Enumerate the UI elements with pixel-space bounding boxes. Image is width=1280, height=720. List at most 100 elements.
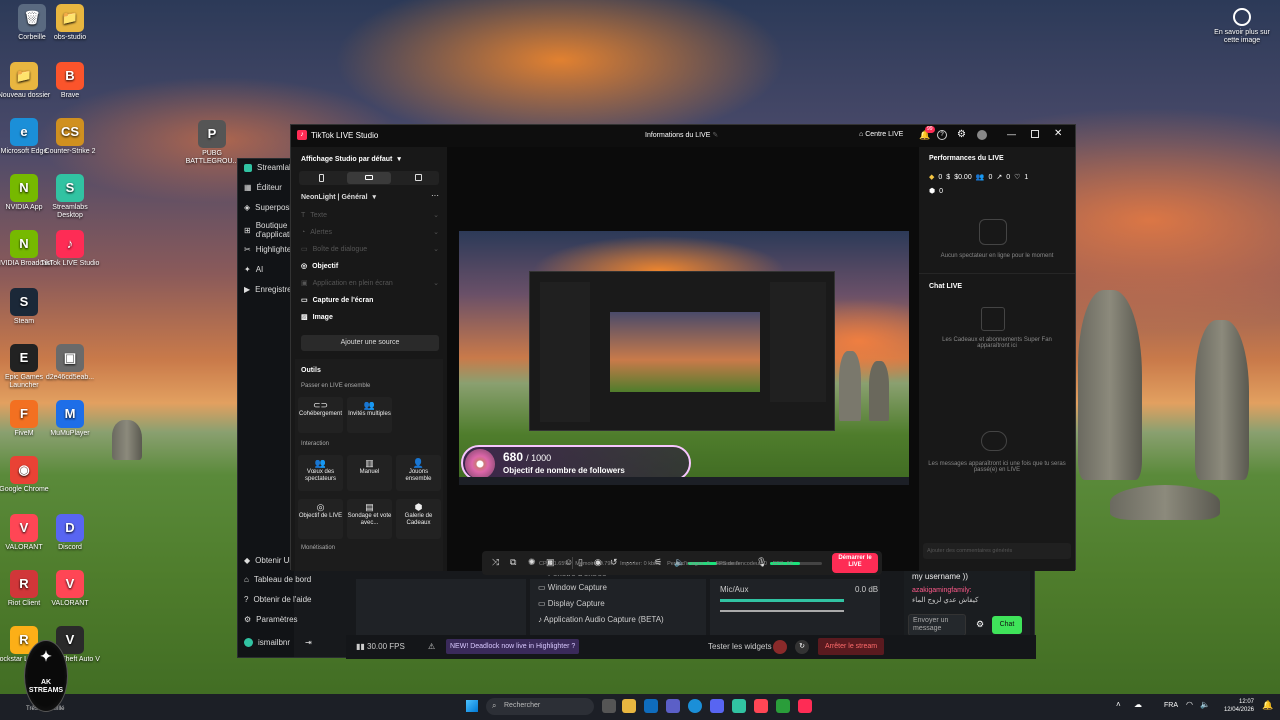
app-icon: V [10, 514, 38, 542]
stop-stream-button[interactable]: Arrêter le stream [818, 638, 884, 655]
chat-settings-icon[interactable]: ⚙ [976, 619, 984, 630]
valorant-icon[interactable] [754, 699, 768, 713]
avatar[interactable] [977, 130, 987, 140]
start-icon[interactable] [466, 700, 478, 712]
streamlabs-icon[interactable] [732, 699, 746, 713]
desktop-icon[interactable]: ◉ Google Chrome [0, 456, 55, 494]
minimize-icon[interactable]: — [1007, 129, 1016, 139]
desktop-icon[interactable]: M MuMuPlayer [39, 400, 101, 438]
tool-manual[interactable]: ▥ Manuel [347, 455, 392, 491]
edge-icon[interactable] [688, 699, 702, 713]
tool-gift-gallery[interactable]: ⬢ Galerie de Cadeaux [396, 499, 441, 539]
test-widgets-label[interactable]: Tester les widgets [708, 642, 772, 651]
news-banner[interactable]: NEW! Deadlock now live in Highlighter ? [446, 639, 580, 654]
media-player-icon[interactable] [776, 699, 790, 713]
teams-icon[interactable] [666, 699, 680, 713]
desktop-icon[interactable]: ▣ d2e46cd5eab... [39, 344, 101, 382]
layers-icon[interactable]: ⧉ [510, 557, 516, 568]
portrait-icon[interactable] [319, 174, 324, 182]
tool-play-together[interactable]: 👤 Jouons ensemble [396, 455, 441, 491]
tiktok-icon[interactable] [798, 699, 812, 713]
notification-center-icon[interactable]: 🔔 [1262, 700, 1273, 711]
file-explorer-icon[interactable] [622, 699, 636, 713]
sidebar-item-highlighter[interactable]: ✂ Highlighte [244, 245, 291, 254]
sidebar-item-editor[interactable]: ▦ Éditeur [244, 183, 282, 192]
desktop-icon[interactable]: V VALORANT [39, 570, 101, 608]
landscape-button[interactable] [347, 172, 391, 184]
desktop-icon[interactable]: D Discord [39, 514, 101, 552]
add-source-button[interactable]: Ajouter une source [301, 335, 439, 351]
outlook-icon[interactable] [644, 699, 658, 713]
sidebar-item-appstore[interactable]: ⊞ Boutique d'applicati [244, 221, 294, 239]
tool-cohosting[interactable]: ⊂⊃ Cohébergement [298, 397, 343, 433]
source-item[interactable]: T Texte ⌄ [301, 211, 439, 220]
goal-label: Objectif de nombre de followers [503, 466, 625, 475]
chat-input[interactable]: Envoyer un message [908, 614, 966, 636]
desktop-icon[interactable]: S Streamlabs Desktop [39, 174, 101, 220]
source-item[interactable]: ▣ Application en plein écran ⌄ [301, 279, 439, 288]
source-item[interactable]: ▭ Boîte de dialogue ⌄ [301, 245, 439, 254]
desktop-icon-label: PUBG BATTLEGROU... [185, 150, 239, 165]
lang-indicator[interactable]: FRA [1164, 702, 1178, 709]
live-info-title[interactable]: Informations du LIVE ✎ [645, 131, 718, 139]
sidebar-item-get-ultra[interactable]: ◆ Obtenir Ul [244, 556, 291, 565]
source-display-capture[interactable]: ▭ Display Capture [538, 599, 605, 608]
comment-input[interactable]: Ajouter des commentaires générés [923, 543, 1071, 559]
clock[interactable]: 12:07 12/04/2026 [1220, 698, 1254, 714]
source-item[interactable]: ◔ Alertes ⌄ [301, 228, 439, 237]
sidebar-item-recordings[interactable]: ▶ Enregistre [244, 285, 292, 294]
source-icon: ▣ [301, 280, 308, 287]
desktop-icon[interactable]: 📁 obs-studio [39, 4, 101, 42]
search-input[interactable]: ⌕ Rechercher [486, 698, 594, 715]
scene-selector[interactable]: NeonLight | Général ▾ [301, 193, 377, 202]
desktop-icon[interactable]: P PUBG BATTLEGROU... [181, 120, 243, 166]
spotlight-icon[interactable]: En savoir plus sur cette image [1210, 8, 1274, 45]
source-icon: ▨ [301, 314, 308, 321]
transition-icon[interactable]: ⤨ [492, 557, 499, 568]
dual-view-icon[interactable] [415, 174, 422, 181]
app-icon: CS [56, 118, 84, 146]
effects-icon[interactable]: ✺ [528, 557, 536, 568]
source-item[interactable]: ▨ Image [301, 313, 439, 322]
chevron-down-icon: ▾ [372, 194, 377, 201]
volume-icon[interactable]: 🔈 [1200, 700, 1210, 709]
sidebar-item-account[interactable]: ismailbnr ⇥ [244, 638, 312, 647]
source-item[interactable]: ▭ Capture de l'écran [301, 296, 439, 305]
tray-chevron-icon[interactable]: ˄ [1116, 700, 1121, 709]
mixer-slider[interactable] [720, 610, 844, 612]
start-live-button[interactable]: Démarrer le LIVE [832, 553, 878, 573]
maximize-icon[interactable] [1031, 130, 1039, 138]
view-selector[interactable]: Affichage Studio par défaut ▾ [301, 155, 401, 164]
help-icon[interactable]: ? [937, 130, 947, 140]
wallpaper-stone [839, 351, 861, 421]
desktop-icon[interactable]: CS Counter-Strike 2 [39, 118, 101, 156]
replay-button[interactable]: ↻ [795, 640, 809, 654]
settings-icon[interactable]: ⚙ [957, 129, 966, 140]
close-icon[interactable]: ✕ [1054, 128, 1062, 139]
sidebar-item-settings[interactable]: ⚙ Paramètres [244, 615, 298, 624]
sidebar-item-help[interactable]: ? Obtenir de l'aide [244, 595, 311, 604]
app-icon: E [10, 344, 38, 372]
more-icon[interactable]: ··· [431, 191, 439, 200]
sidebar-item-ai[interactable]: ✦ AI [244, 265, 263, 274]
tool-live-goal[interactable]: ◎ Objectif de LIVE [298, 499, 343, 539]
wifi-icon[interactable]: ◠ [1186, 700, 1193, 709]
desktop-icon[interactable]: S Steam [0, 288, 55, 326]
source-item[interactable]: ◎ Objectif [301, 262, 439, 271]
wallpaper-stone [1110, 485, 1220, 520]
centre-live-button[interactable]: ⌂ Centre LIVE [859, 131, 903, 138]
network-icon[interactable]: ☁ [1134, 700, 1142, 709]
tool-poll[interactable]: ▤ Sondage et vote avec... [347, 499, 392, 539]
sidebar-item-overlays[interactable]: ◈ Superposi [244, 203, 291, 212]
discord-icon[interactable] [710, 699, 724, 713]
task-view-icon[interactable] [602, 699, 616, 713]
sidebar-item-dashboard[interactable]: ⌂ Tableau de bord [244, 575, 311, 584]
tool-multi-guest[interactable]: 👥 Invités multiples [347, 397, 392, 433]
source-window-capture[interactable]: ▭ Window Capture [538, 583, 607, 592]
chat-send-button[interactable]: Chat [992, 616, 1022, 634]
record-button[interactable] [773, 640, 787, 654]
desktop-icon[interactable]: B Brave [39, 62, 101, 100]
source-audio-capture[interactable]: ♪ Application Audio Capture (BETA) [538, 615, 664, 624]
desktop-icon[interactable]: ♪ TikTok LIVE Studio [39, 230, 101, 268]
tool-viewer-wishes[interactable]: 👥 Vœux des spectateurs [298, 455, 343, 491]
